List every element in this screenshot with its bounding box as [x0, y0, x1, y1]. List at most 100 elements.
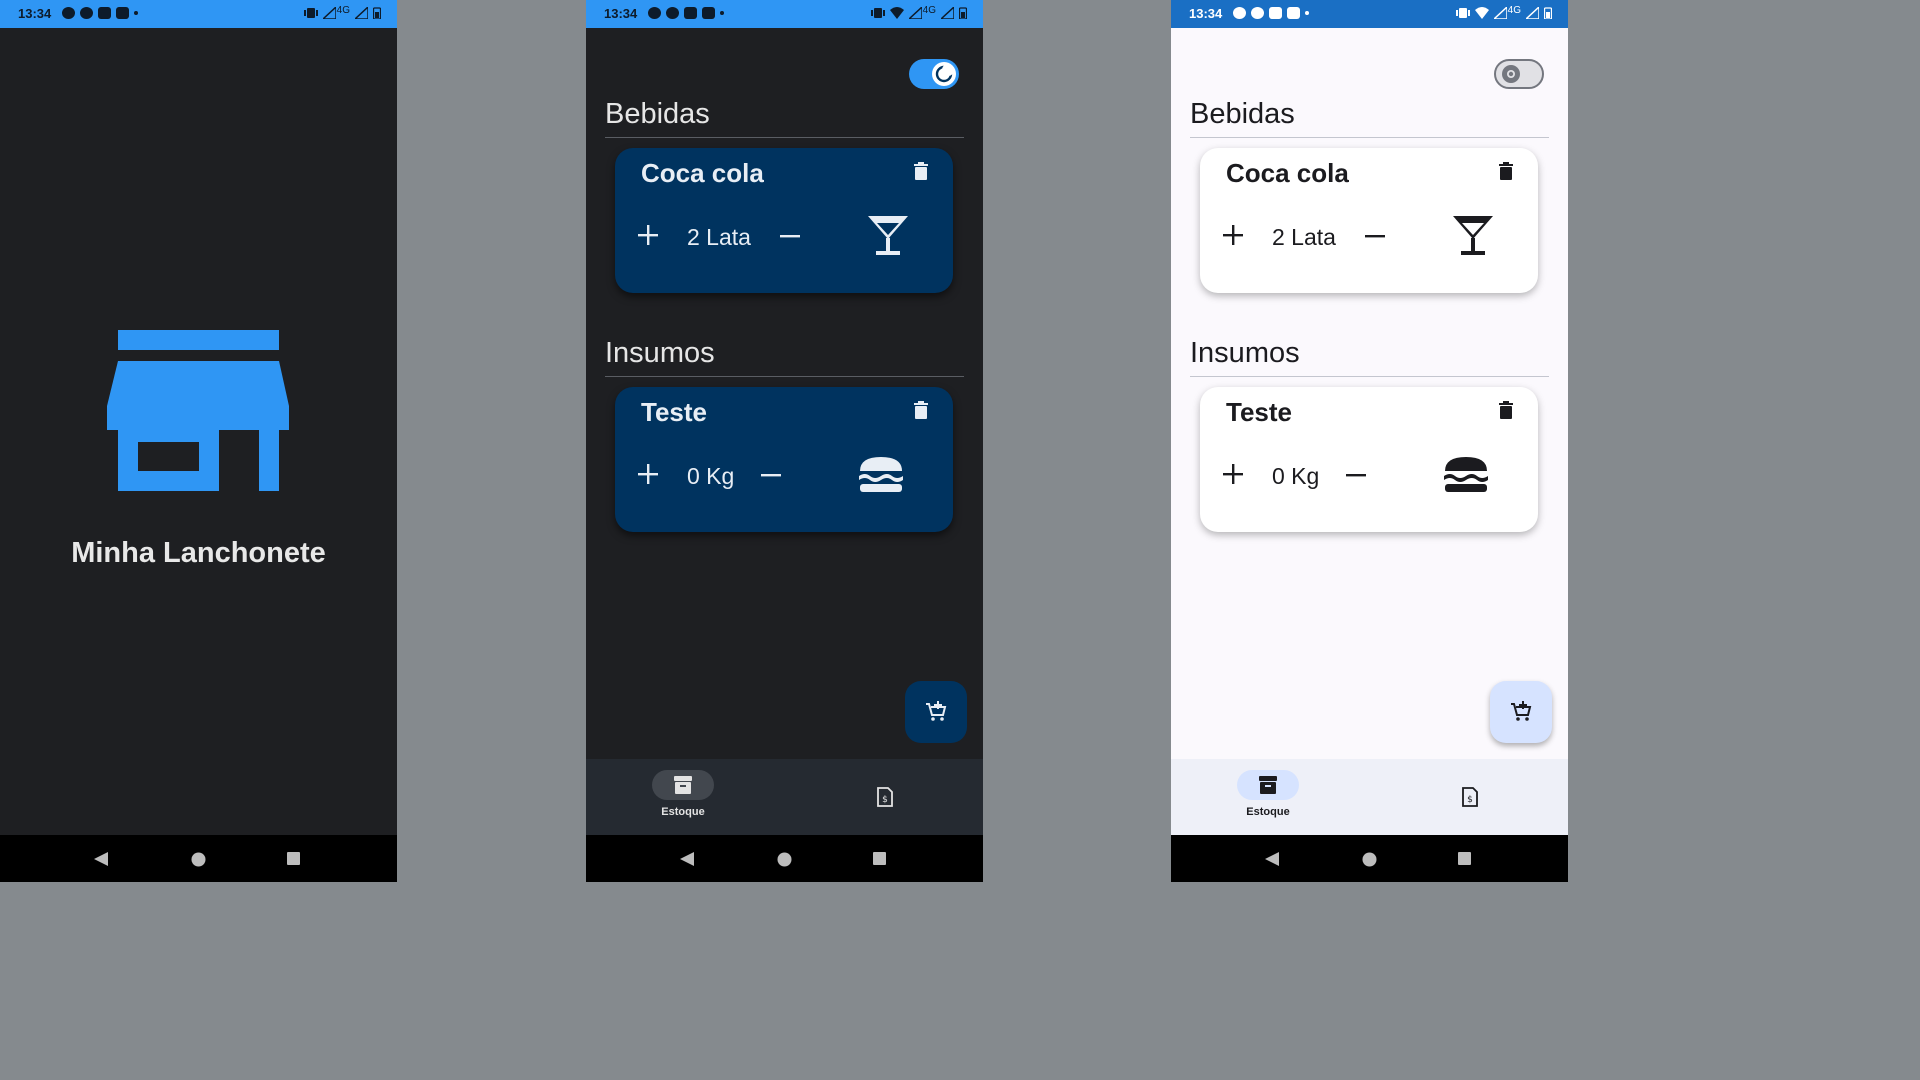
- cocktail-icon: [868, 216, 908, 255]
- youtube-icon: [98, 7, 111, 19]
- notification-icons: [1233, 7, 1309, 19]
- theme-toggle-knob: [932, 62, 956, 86]
- vibrate-icon: [870, 8, 885, 18]
- network-type: 4G: [1507, 4, 1521, 16]
- inventory-box-icon: [1259, 776, 1277, 794]
- theme-toggle-knob: [1502, 65, 1520, 83]
- back-button[interactable]: [94, 852, 108, 866]
- hamburger-icon: [1444, 457, 1488, 492]
- status-time: 13:34: [1189, 6, 1223, 21]
- trash-icon[interactable]: [914, 401, 928, 419]
- signal-icon: [941, 7, 954, 19]
- nav-label-estoque: Estoque: [661, 806, 705, 818]
- add-to-cart-fab[interactable]: [905, 681, 967, 743]
- youtube-icon: [116, 7, 129, 19]
- home-button[interactable]: [1362, 852, 1377, 867]
- signal-icon: [1526, 7, 1539, 19]
- vibrate-icon: [303, 8, 318, 18]
- product-quantity: 0 Kg: [1272, 463, 1320, 489]
- trash-icon[interactable]: [914, 162, 928, 180]
- svg-text:$: $: [1467, 795, 1473, 805]
- product-card[interactable]: Teste 0 Kg: [1200, 387, 1538, 532]
- status-bar: 13:34 4G: [0, 0, 397, 28]
- recents-button[interactable]: [1458, 852, 1471, 865]
- notification-icons: [62, 7, 138, 19]
- status-bar: 13:34 4G: [586, 0, 983, 28]
- network-type: 4G: [336, 4, 350, 16]
- app-notification-icon: [666, 7, 679, 19]
- home-button[interactable]: [191, 852, 206, 867]
- signal-icon: [322, 7, 336, 19]
- notification-icons: [648, 7, 724, 19]
- trash-icon[interactable]: [1499, 401, 1513, 419]
- decrease-button[interactable]: [760, 474, 782, 478]
- section-divider: [1190, 376, 1549, 377]
- more-notifications-icon: [720, 11, 724, 15]
- inventory-box-icon: [674, 776, 692, 794]
- back-button[interactable]: [680, 852, 694, 866]
- product-card[interactable]: Coca cola 2 Lata: [615, 148, 953, 293]
- whatsapp-icon: [62, 7, 75, 19]
- home-button[interactable]: [777, 852, 792, 867]
- bottom-navigation: Estoque $: [586, 759, 983, 835]
- back-button[interactable]: [1265, 852, 1279, 866]
- system-navigation-bar: [0, 835, 397, 882]
- theme-toggle[interactable]: [909, 59, 959, 89]
- receipt-icon[interactable]: $: [877, 787, 893, 807]
- section-title-insumos: Insumos: [605, 337, 715, 369]
- more-notifications-icon: [134, 11, 138, 15]
- wifi-icon: [1474, 7, 1489, 19]
- whatsapp-icon: [1233, 7, 1246, 19]
- app-notification-icon: [80, 7, 93, 19]
- theme-toggle[interactable]: [1494, 59, 1544, 89]
- section-divider: [605, 376, 964, 377]
- battery-icon: [959, 7, 967, 19]
- decrease-button[interactable]: [779, 235, 801, 239]
- section-title-bebidas: Bebidas: [605, 98, 710, 130]
- decrease-button[interactable]: [1345, 474, 1367, 478]
- decrease-button[interactable]: [1364, 235, 1386, 239]
- add-shopping-cart-icon: [1511, 701, 1532, 721]
- system-status-icons: 4G: [1455, 4, 1552, 19]
- status-time: 13:34: [18, 6, 52, 21]
- youtube-icon: [702, 7, 715, 19]
- nav-item-estoque[interactable]: [652, 770, 714, 800]
- add-to-cart-fab[interactable]: [1490, 681, 1552, 743]
- system-navigation-bar: [1171, 835, 1568, 882]
- section-divider: [605, 137, 964, 138]
- wifi-icon: [889, 7, 904, 19]
- product-name: Teste: [1226, 397, 1292, 427]
- signal-icon: [1493, 7, 1507, 19]
- add-shopping-cart-icon: [926, 701, 947, 721]
- receipt-icon[interactable]: $: [1462, 787, 1478, 807]
- trash-icon[interactable]: [1499, 162, 1513, 180]
- section-title-insumos: Insumos: [1190, 337, 1300, 369]
- product-name: Teste: [641, 397, 707, 427]
- increase-button[interactable]: [1222, 463, 1244, 485]
- product-card[interactable]: Teste 0 Kg: [615, 387, 953, 532]
- section-divider: [1190, 137, 1549, 138]
- system-navigation-bar: [586, 835, 983, 882]
- status-time: 13:34: [604, 6, 638, 21]
- battery-icon: [1544, 7, 1552, 19]
- product-quantity: 0 Kg: [687, 463, 735, 489]
- inventory-screen-light: 13:34 4G Bebidas Coca cola 2 Lata Insumo…: [1171, 0, 1568, 882]
- increase-button[interactable]: [637, 224, 659, 246]
- increase-button[interactable]: [1222, 224, 1244, 246]
- increase-button[interactable]: [637, 463, 659, 485]
- nav-item-estoque[interactable]: [1237, 770, 1299, 800]
- signal-icon: [355, 7, 368, 19]
- product-quantity: 2 Lata: [1272, 224, 1336, 250]
- app-name: Minha Lanchonete: [71, 537, 326, 569]
- moon-icon: [935, 64, 954, 83]
- splash-screen: 13:34 4G Minha Lanchonete: [0, 0, 397, 882]
- product-card[interactable]: Coca cola 2 Lata: [1200, 148, 1538, 293]
- battery-icon: [373, 7, 381, 19]
- recents-button[interactable]: [873, 852, 886, 865]
- more-notifications-icon: [1305, 11, 1309, 15]
- inventory-screen-dark: 13:34 4G Bebidas Coca cola 2 Lata Insumo…: [586, 0, 983, 882]
- hamburger-icon: [859, 457, 903, 492]
- youtube-icon: [1287, 7, 1300, 19]
- nav-label-estoque: Estoque: [1246, 806, 1290, 818]
- recents-button[interactable]: [287, 852, 300, 865]
